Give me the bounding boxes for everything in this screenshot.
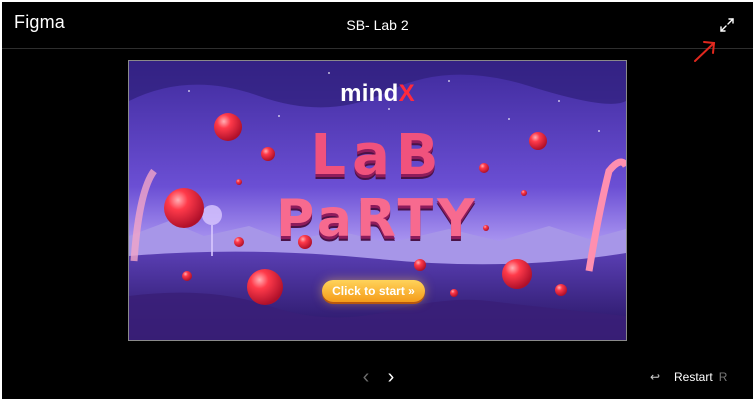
click-to-start-button[interactable]: Click to start » bbox=[322, 280, 425, 302]
slide-canvas[interactable]: mindX LaB PaRTY Click to start » bbox=[128, 60, 627, 341]
next-slide-button[interactable]: › bbox=[382, 366, 400, 388]
expand-icon bbox=[720, 18, 734, 32]
headline-bottom: PaRTY bbox=[276, 189, 479, 249]
presentation-window: Figma SB- Lab 2 mindX LaB PaRTY Click to… bbox=[2, 2, 753, 399]
top-bar: Figma SB- Lab 2 bbox=[2, 2, 753, 49]
restart-shortcut: R bbox=[718, 370, 728, 384]
headline-top: LaB bbox=[310, 123, 445, 188]
logo-text: mind bbox=[340, 80, 399, 107]
undo-arrow-icon: ↩ bbox=[650, 370, 661, 384]
chevron-left-icon: ‹ bbox=[362, 366, 370, 388]
previous-slide-button[interactable]: ‹ bbox=[357, 366, 375, 388]
restart-button[interactable]: ↩ Restart R bbox=[650, 370, 727, 386]
chevron-right-icon: › bbox=[387, 366, 395, 388]
logo-accent: X bbox=[398, 80, 415, 107]
annotation-arrow-icon bbox=[694, 41, 716, 62]
mindx-logo: mindX bbox=[129, 80, 626, 108]
restart-label: Restart bbox=[674, 370, 713, 384]
fullscreen-button[interactable] bbox=[718, 16, 736, 34]
file-title: SB- Lab 2 bbox=[346, 17, 409, 33]
